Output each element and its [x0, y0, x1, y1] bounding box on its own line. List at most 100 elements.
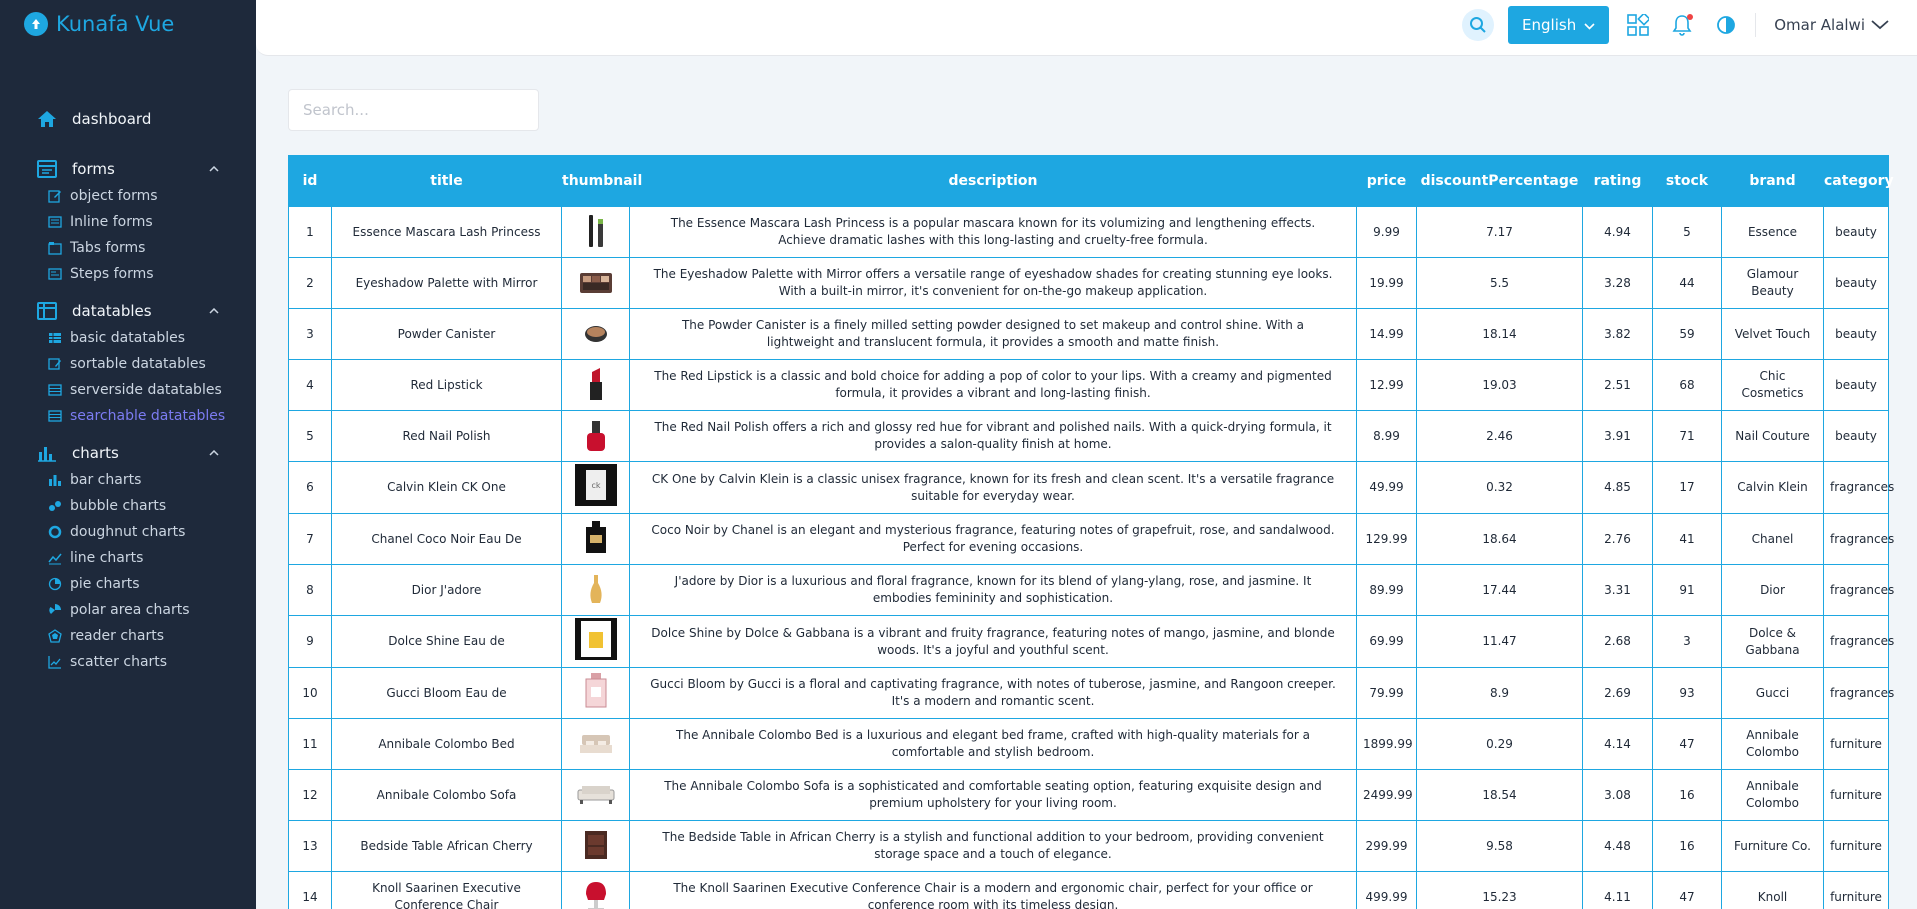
sidebar-item-searchable-datatables[interactable]: searchable datatables — [0, 403, 256, 429]
table-row[interactable]: 10 Gucci Bloom Eau de Gucci Bloom by Gucci… — [288, 667, 1894, 719]
sidebar-item-reader-charts[interactable]: reader charts — [0, 623, 256, 649]
thumbnail-image — [575, 568, 617, 610]
cell-stock: 93 — [1652, 667, 1722, 719]
theme-toggle[interactable] — [1711, 10, 1741, 40]
sidebar-group-forms: forms object forms Inline forms Tabs for… — [0, 155, 256, 287]
table-row[interactable]: 8 Dior J'adore J'adore by Dior is a luxuri… — [288, 564, 1894, 616]
cell-rating: 3.91 — [1582, 410, 1653, 462]
table-row[interactable]: 12 Annibale Colombo Sofa The Annibale Colo… — [288, 769, 1889, 821]
cell-description: The Red Lipstick is a classic and bold c… — [629, 359, 1357, 411]
sidebar-group-toggle-charts[interactable]: charts — [0, 439, 256, 467]
cell-id: 12 — [288, 769, 332, 821]
language-select[interactable]: English — [1508, 6, 1610, 44]
cell-discountPercentage: 7.17 — [1416, 206, 1583, 258]
table-row[interactable]: 3 Powder Canister The Powder Canister is a… — [288, 308, 1889, 360]
sidebar-group-label: datatables — [72, 302, 152, 320]
table-row[interactable]: 13 Bedside Table African Cherry The Bedsid… — [288, 820, 1889, 872]
chevron-up-icon — [208, 305, 220, 317]
table-row[interactable]: 2 Eyeshadow Palette with Mirror The Eyesha… — [288, 257, 1889, 309]
table-icon — [48, 331, 62, 345]
cell-id: 14 — [288, 871, 332, 909]
column-header-stock[interactable]: stock — [1652, 155, 1722, 207]
cell-brand: Nail Couture — [1721, 410, 1824, 462]
sidebar-item-inline-forms[interactable]: Inline forms — [0, 209, 256, 235]
cell-rating: 3.28 — [1582, 257, 1653, 309]
column-header-title[interactable]: title — [331, 155, 562, 207]
cell-discountPercentage: 0.29 — [1416, 718, 1583, 770]
cell-discountPercentage: 17.44 — [1416, 564, 1583, 616]
sidebar-item-sortable-datatables[interactable]: sortable datatables — [0, 351, 256, 377]
sidebar-item-basic-datatables[interactable]: basic datatables — [0, 325, 256, 351]
brand[interactable]: Kunafa Vue — [0, 0, 256, 48]
header-actions: English Omar Alalwi — [1462, 6, 1889, 44]
sidebar-item-polar-area-charts[interactable]: polar area charts — [0, 597, 256, 623]
column-header-price[interactable]: price — [1356, 155, 1417, 207]
sidebar-item-tabs-forms[interactable]: Tabs forms — [0, 235, 256, 261]
language-label: English — [1522, 16, 1577, 34]
column-header-thumbnail[interactable]: thumbnail — [561, 155, 642, 207]
cell-category: fragrances — [1823, 461, 1894, 514]
user-menu[interactable]: Omar Alalwi — [1774, 16, 1889, 34]
cell-title: Essence Mascara Lash Princess — [331, 206, 562, 258]
sidebar-item-scatter-charts[interactable]: scatter charts — [0, 649, 256, 675]
cell-discountPercentage: 2.46 — [1416, 410, 1583, 462]
sidebar-item-bar-charts[interactable]: bar charts — [0, 467, 256, 493]
column-header-brand[interactable]: brand — [1721, 155, 1824, 207]
cell-price: 69.99 — [1356, 615, 1417, 668]
cell-stock: 59 — [1652, 308, 1722, 360]
sidebar-group-toggle-forms[interactable]: forms — [0, 155, 256, 183]
column-header-id[interactable]: id — [288, 155, 332, 207]
cell-brand: Chanel — [1721, 513, 1824, 565]
cell-price: 9.99 — [1356, 206, 1417, 258]
sidebar-item-serverside-datatables[interactable]: serverside datatables — [0, 377, 256, 403]
column-header-category[interactable]: category — [1823, 155, 1894, 207]
table-row[interactable]: 14 Knoll Saarinen Executive Conference Ch… — [288, 871, 1889, 909]
sidebar-item-label: object forms — [70, 188, 158, 204]
thumbnail-image — [575, 210, 617, 252]
cell-stock: 17 — [1652, 461, 1722, 514]
sidebar-item-label: Inline forms — [70, 214, 153, 230]
sidebar-item-object-forms[interactable]: object forms — [0, 183, 256, 209]
sidebar-item-doughnut-charts[interactable]: doughnut charts — [0, 519, 256, 545]
products-table: id title thumbnail description price discount… — [288, 155, 1894, 909]
cell-description: The Annibale Colombo Sofa is a sophistic… — [629, 769, 1357, 821]
svg-text:ck: ck — [591, 481, 600, 490]
column-header-description[interactable]: description — [629, 155, 1357, 207]
sidebar-item-label: sortable datatables — [70, 356, 206, 372]
cell-category: furniture — [1823, 769, 1889, 821]
steps-icon — [48, 267, 62, 281]
cell-id: 7 — [288, 513, 332, 565]
thumbnail-image — [575, 415, 617, 457]
cell-thumbnail — [561, 564, 630, 616]
search-button[interactable] — [1462, 9, 1495, 41]
sidebar-item-label: pie charts — [70, 576, 140, 592]
cell-description: The Red Nail Polish offers a rich and gl… — [629, 410, 1357, 462]
polar-icon — [48, 603, 62, 617]
sidebar-item-bubble-charts[interactable]: bubble charts — [0, 493, 256, 519]
sidebar-item-pie-charts[interactable]: pie charts — [0, 571, 256, 597]
cell-category: beauty — [1823, 257, 1889, 309]
sidebar-item-dashboard[interactable]: dashboard — [0, 105, 256, 133]
layout-button[interactable] — [1623, 10, 1653, 40]
sidebar-group-label: forms — [72, 160, 115, 178]
sidebar-item-line-charts[interactable]: line charts — [0, 545, 256, 571]
table-row[interactable]: 11 Annibale Colombo Bed The Annibale Colom… — [288, 718, 1889, 770]
search-input[interactable] — [288, 89, 539, 131]
cell-stock: 3 — [1652, 615, 1722, 668]
notifications-button[interactable] — [1667, 10, 1697, 40]
table-row[interactable]: 7 Chanel Coco Noir Eau De Coco Noir by Cha… — [288, 513, 1894, 565]
table-row[interactable]: 9 Dolce Shine Eau de Dolce Shine by Dolce … — [288, 615, 1894, 668]
cell-brand: Calvin Klein — [1721, 461, 1824, 514]
sidebar-group-toggle-datatables[interactable]: datatables — [0, 297, 256, 325]
sidebar-item-steps-forms[interactable]: Steps forms — [0, 261, 256, 287]
table-row[interactable]: 1 Essence Mascara Lash Princess The Essenc… — [288, 206, 1889, 258]
edit-icon — [48, 189, 62, 203]
column-header-rating[interactable]: rating — [1582, 155, 1653, 207]
sidebar-item-label: scatter charts — [70, 654, 168, 670]
table-row[interactable]: 5 Red Nail Polish The Red Nail Polish offe… — [288, 410, 1889, 462]
cell-id: 8 — [288, 564, 332, 616]
table-row[interactable]: 6 Calvin Klein CK One ck CK One by Calvin K… — [288, 461, 1894, 514]
column-header-discountPercentage[interactable]: discountPercentage — [1416, 155, 1583, 207]
table-row[interactable]: 4 Red Lipstick The Red Lipstick is a class… — [288, 359, 1889, 411]
cell-discountPercentage: 11.47 — [1416, 615, 1583, 668]
